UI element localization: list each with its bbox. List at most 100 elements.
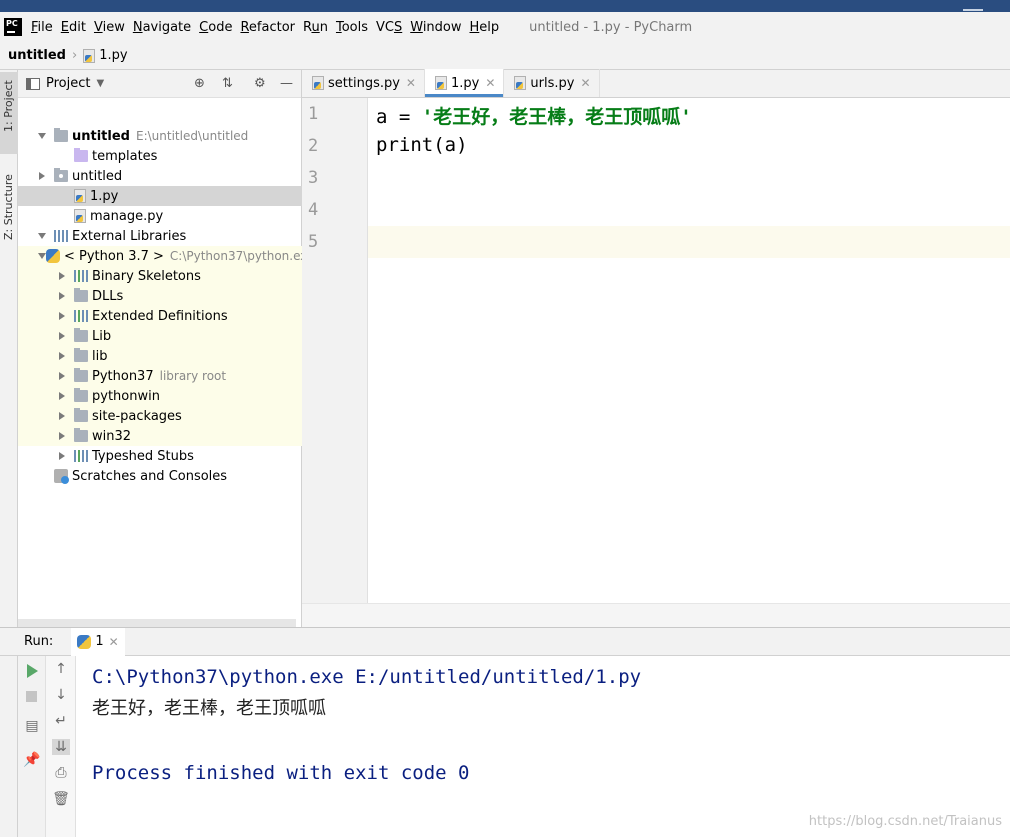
print-icon[interactable]: ⎙ [52, 765, 70, 781]
tree-item[interactable]: Extended Definitions [18, 306, 302, 326]
pycharm-logo-icon: PC [4, 18, 22, 36]
tree-item[interactable]: < Python 3.7 > C:\Python37\python.exe [18, 246, 302, 266]
tree-item-label: untitled [72, 128, 130, 144]
tree-item[interactable]: Binary Skeletons [18, 266, 302, 286]
menu-window[interactable]: Window [410, 20, 461, 35]
tree-item[interactable]: win32 [18, 426, 302, 446]
python-icon [77, 634, 92, 649]
tree-item-label: 1.py [90, 188, 119, 204]
chevron-right-icon[interactable] [58, 392, 66, 400]
chevron-down-icon[interactable] [38, 132, 46, 140]
code-area[interactable]: a = '老王好，老王棒，老王顶呱呱' print(a) [369, 98, 1010, 603]
tree-item[interactable]: untitled E:\untitled\untitled [18, 126, 302, 146]
library-icon [54, 230, 68, 242]
python-icon [46, 249, 60, 263]
tree-item[interactable]: untitled [18, 166, 302, 186]
breadcrumb-project[interactable]: untitled [8, 48, 66, 63]
tree-item[interactable]: External Libraries [18, 226, 302, 246]
chevron-right-icon[interactable] [58, 312, 66, 320]
editor-tab[interactable]: 1.py ✕ [424, 69, 505, 97]
code-line-1[interactable]: a = '老王好，老王棒，老王顶呱呱' [376, 102, 692, 129]
editor-tab[interactable]: settings.py ✕ [302, 69, 425, 97]
library-icon [74, 270, 88, 282]
tree-item-label: templates [92, 148, 158, 164]
trash-icon[interactable]: 🗑 [52, 791, 70, 807]
tree-item[interactable]: 1.py [18, 186, 302, 206]
chevron-right-icon[interactable] [58, 452, 66, 460]
breadcrumb: untitled › 1.py [0, 42, 1010, 70]
project-view-icon [26, 77, 40, 90]
rerun-icon[interactable] [27, 664, 38, 678]
close-icon[interactable]: ✕ [580, 76, 590, 90]
folder-icon [74, 328, 88, 342]
tree-item[interactable]: Lib [18, 326, 302, 346]
collapse-all-icon[interactable]: ⇅ [222, 76, 233, 91]
gear-icon[interactable]: ⚙ [254, 76, 266, 91]
chevron-right-icon[interactable] [58, 352, 66, 360]
menu-file[interactable]: File [31, 20, 53, 35]
menu-help[interactable]: Help [470, 20, 500, 35]
breadcrumb-file[interactable]: 1.py [99, 48, 127, 63]
chevron-right-icon[interactable] [38, 172, 46, 180]
menu-tools[interactable]: Tools [336, 20, 368, 35]
menu-view[interactable]: View [94, 20, 125, 35]
chevron-right-icon[interactable] [58, 332, 66, 340]
menu-code[interactable]: Code [199, 20, 232, 35]
soft-wrap-icon[interactable]: ↵ [52, 713, 70, 729]
code-line-2[interactable]: print(a) [376, 134, 468, 156]
tree-item-label: Binary Skeletons [92, 268, 201, 284]
menu-refactor[interactable]: Refactor [240, 20, 295, 35]
tool-tab-structure[interactable]: Z: Structure [0, 164, 18, 244]
close-icon[interactable]: ✕ [109, 635, 119, 649]
tree-item[interactable]: DLLs [18, 286, 302, 306]
chevron-right-icon[interactable] [58, 432, 66, 440]
run-tab[interactable]: 1 ✕ [71, 627, 125, 656]
minimize-icon[interactable] [963, 9, 983, 11]
chevron-right-icon[interactable] [58, 412, 66, 420]
tree-item-label: lib [92, 348, 108, 364]
project-view-selector[interactable]: Project [46, 76, 90, 91]
tree-item[interactable]: lib [18, 346, 302, 366]
scroll-to-end-icon[interactable]: ⇊ [52, 739, 70, 755]
editor-horizontal-scrollbar[interactable] [302, 603, 1010, 627]
menu-run[interactable]: Run [303, 20, 328, 35]
tree-item[interactable]: pythonwin [18, 386, 302, 406]
tool-tab-project[interactable]: 1: Project [0, 72, 18, 154]
hide-panel-icon[interactable]: — [280, 76, 293, 91]
console-output[interactable]: C:\Python37\python.exe E:/untitled/untit… [92, 661, 641, 789]
chevron-right-icon[interactable] [58, 372, 66, 380]
chevron-right-icon[interactable] [58, 272, 66, 280]
tree-item[interactable]: site-packages [18, 406, 302, 426]
close-icon[interactable]: ✕ [485, 76, 495, 90]
editor-tab-bar: settings.py ✕ 1.py ✕ urls.py ✕ [302, 69, 1010, 98]
editor-tab-label: settings.py [328, 75, 400, 91]
chevron-down-icon[interactable] [38, 232, 46, 240]
tree-item[interactable]: manage.py [18, 206, 302, 226]
tree-item[interactable]: templates [18, 146, 302, 166]
menu-edit[interactable]: Edit [61, 20, 86, 35]
run-side-strip [0, 656, 18, 837]
chevron-down-icon[interactable]: ▼ [96, 78, 104, 89]
pin-icon[interactable]: 📌 [23, 752, 41, 768]
editor-tab[interactable]: urls.py ✕ [504, 69, 600, 97]
horizontal-scrollbar[interactable] [18, 619, 296, 627]
left-tool-strip: 1: Project Z: Structure [0, 70, 18, 627]
arrow-up-icon[interactable]: ↑ [52, 661, 70, 677]
folder-icon [74, 408, 88, 422]
menu-navigate[interactable]: Navigate [133, 20, 191, 35]
layout-icon[interactable]: ▤ [23, 718, 41, 734]
console-command-line: C:\Python37\python.exe E:/untitled/untit… [92, 666, 642, 688]
close-icon[interactable]: ✕ [406, 76, 416, 90]
tree-item[interactable]: Typeshed Stubs [18, 446, 302, 466]
tree-item[interactable]: Scratches and Consoles [18, 466, 302, 486]
tree-item[interactable]: Python37 library root [18, 366, 302, 386]
locate-target-icon[interactable]: ⊕ [194, 76, 205, 91]
python-file-icon [74, 209, 86, 223]
tree-item-label: site-packages [92, 408, 182, 424]
stop-icon[interactable] [26, 691, 37, 702]
menu-vcs[interactable]: VCS [376, 20, 402, 35]
run-label: Run: [24, 634, 54, 649]
arrow-down-icon[interactable]: ↓ [52, 687, 70, 703]
chevron-right-icon[interactable] [58, 292, 66, 300]
